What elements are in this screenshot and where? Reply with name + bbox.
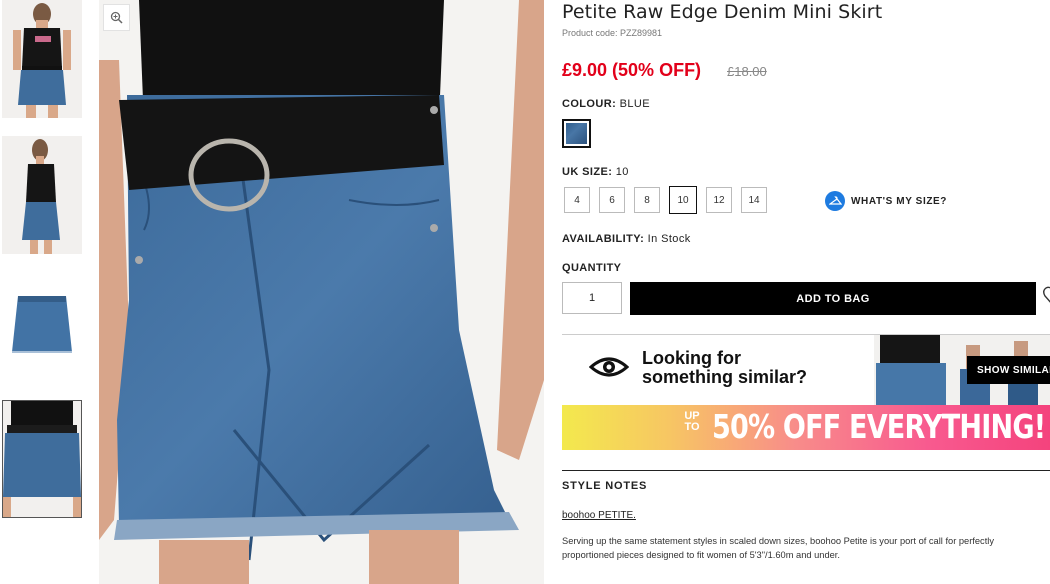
similar-text: Looking for something similar?	[642, 349, 807, 387]
thumbnail-front[interactable]	[2, 0, 82, 118]
colour-row: COLOUR: BLUE	[562, 98, 650, 110]
availability-label: AVAILABILITY:	[562, 233, 645, 245]
size-value: 10	[615, 166, 629, 178]
style-notes-title: STYLE NOTES	[562, 480, 648, 492]
original-price: £18.00	[727, 64, 767, 79]
similar-products-panel: Looking for something similar? SHOW SIMI…	[562, 335, 1050, 405]
banner-upto: UP TO	[684, 410, 700, 433]
colour-value: BLUE	[619, 98, 650, 110]
product-code: Product code: PZZ89981	[562, 28, 663, 38]
heart-icon[interactable]	[1042, 284, 1050, 308]
size-option-12[interactable]: 12	[706, 187, 732, 213]
product-title: Petite Raw Edge Denim Mini Skirt	[562, 1, 883, 23]
style-notes-body: Serving up the same statement styles in …	[562, 536, 995, 560]
thumbnail-flat[interactable]	[2, 272, 82, 390]
product-details: Petite Raw Edge Denim Mini Skirt Product…	[562, 0, 1050, 584]
size-option-14[interactable]: 14	[741, 187, 767, 213]
thumbnail-front-image	[2, 0, 82, 118]
availability-value: In Stock	[647, 233, 691, 245]
thumbnail-closeup[interactable]	[2, 400, 82, 518]
style-notes-divider	[562, 470, 1050, 471]
similar-line-2: something similar?	[642, 367, 808, 387]
quantity-label: QUANTITY	[562, 262, 622, 274]
swatch-fill	[566, 123, 587, 144]
size-options: 4 6 8 10 12 14	[564, 186, 767, 214]
whats-my-size-label: WHAT'S MY SIZE?	[851, 195, 948, 207]
quantity-input[interactable]: 1	[562, 282, 622, 314]
main-product-image[interactable]	[99, 0, 544, 584]
eye-icon	[589, 357, 629, 377]
whats-my-size-link[interactable]: WHAT'S MY SIZE?	[825, 191, 947, 211]
size-option-8[interactable]: 8	[634, 187, 660, 213]
thumbnail-side-image	[2, 136, 82, 254]
sale-banner[interactable]: UP TO 50% OFF EVERYTHING!	[562, 405, 1050, 450]
size-label: UK SIZE:	[562, 166, 613, 178]
quantity-row: QUANTITY	[562, 262, 621, 274]
hanger-icon	[825, 191, 845, 211]
colour-label: COLOUR:	[562, 98, 617, 110]
thumbnail-side[interactable]	[2, 136, 82, 254]
zoom-button[interactable]	[103, 4, 130, 31]
add-to-bag-button[interactable]: ADD TO BAG	[630, 282, 1036, 315]
thumbnail-closeup-image	[3, 401, 81, 517]
product-page: Petite Raw Edge Denim Mini Skirt Product…	[0, 0, 1050, 584]
size-row: UK SIZE: 10	[562, 166, 629, 178]
size-option-10[interactable]: 10	[669, 186, 697, 214]
thumbnail-flat-image	[2, 272, 82, 390]
skirt-photo	[99, 0, 544, 584]
sale-price: £9.00 (50% OFF)	[562, 60, 702, 80]
banner-headline: 50% OFF EVERYTHING!	[712, 407, 1046, 446]
size-option-4[interactable]: 4	[564, 187, 590, 213]
zoom-icon	[110, 11, 123, 24]
size-option-6[interactable]: 6	[599, 187, 625, 213]
similar-line-1: Looking for	[642, 348, 741, 368]
colour-swatch-blue[interactable]	[562, 119, 591, 148]
availability-row: AVAILABILITY: In Stock	[562, 233, 691, 245]
show-similar-button[interactable]: SHOW SIMILAR	[967, 356, 1050, 384]
style-notes-subtitle: boohoo PETITE.	[562, 510, 636, 521]
